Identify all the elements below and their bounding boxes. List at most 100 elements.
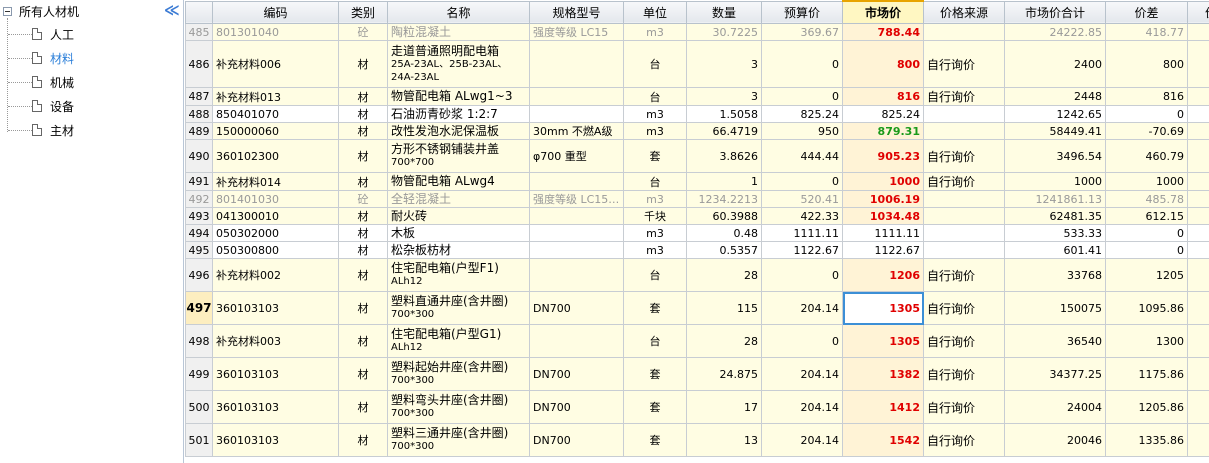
cell-price-diff[interactable]: 1335.86	[1105, 423, 1188, 457]
row-number[interactable]: 485	[185, 23, 213, 41]
cell-unit[interactable]: 台	[623, 87, 687, 106]
column-header[interactable]: 类别	[338, 0, 388, 24]
cell-spec[interactable]	[529, 224, 624, 242]
cell-market-price[interactable]: 1111.11	[842, 224, 924, 242]
row-number[interactable]: 499	[185, 357, 213, 391]
cell-category[interactable]: 材	[338, 207, 388, 225]
cell-price-diff[interactable]: 1175.86	[1105, 357, 1188, 391]
cell-market-total[interactable]: 2400	[1004, 40, 1106, 88]
cell-price-source[interactable]: 自行询价	[923, 40, 1005, 88]
cell-code[interactable]: 360103103	[212, 291, 339, 325]
column-header[interactable]: 市场价	[842, 0, 924, 24]
column-header[interactable]: 预算价	[761, 0, 843, 24]
cell-market-total[interactable]: 24222.85	[1004, 23, 1106, 41]
cell-price-diff[interactable]: 485.78	[1105, 190, 1188, 208]
cell-price-source[interactable]	[923, 122, 1005, 140]
cell-budget-price[interactable]: 204.14	[761, 357, 843, 391]
cell-budget-price[interactable]: 0	[761, 172, 843, 191]
cell-price-diff[interactable]: 1205	[1105, 258, 1188, 292]
cell-price-source[interactable]	[923, 207, 1005, 225]
table-row[interactable]: 501 360103103 材塑料三通井座(含井圈) 700*300 DN700 套 13 2…	[185, 423, 1209, 457]
table-row[interactable]: 487 补充材料013 材物管配电箱 ALwg1~3 台 3 0 816 自行询价 2448 81…	[185, 87, 1209, 106]
cell-budget-price[interactable]: 0	[761, 258, 843, 292]
cell-code[interactable]: 补充材料014	[212, 172, 339, 191]
cell-category[interactable]: 材	[338, 324, 388, 358]
cell-spec[interactable]: DN700	[529, 390, 624, 424]
cell-spec[interactable]: DN700	[529, 423, 624, 457]
cell-unit[interactable]: m3	[623, 122, 687, 140]
cell-market-price[interactable]: 800	[842, 40, 924, 88]
cell-market-total[interactable]: 533.33	[1004, 224, 1106, 242]
cell-budget-price[interactable]: 0	[761, 324, 843, 358]
cell-name[interactable]: 物管配电箱 ALwg4	[387, 172, 530, 191]
cell-spec[interactable]	[529, 87, 624, 106]
table-row[interactable]: 498 补充材料003 材住宅配电箱(户型G1) ALh12 台 28 0 1305 自行询价 3…	[185, 324, 1209, 358]
cell-price-diff[interactable]: 0	[1105, 105, 1188, 123]
cell-code[interactable]: 150000060	[212, 122, 339, 140]
cell-name[interactable]: 塑料起始井座(含井圈) 700*300	[387, 357, 530, 391]
cell-unit[interactable]: 台	[623, 258, 687, 292]
table-row[interactable]: 485 801301040 砼陶粒混凝土 强度等级 LC15 m3 30.7225 369.…	[185, 23, 1209, 41]
cell-price-source[interactable]: 自行询价	[923, 324, 1005, 358]
cell-code[interactable]: 360103103	[212, 423, 339, 457]
cell-market-total[interactable]: 1000	[1004, 172, 1106, 191]
cell-name[interactable]: 塑料三通井座(含井圈) 700*300	[387, 423, 530, 457]
cell-code[interactable]: 801301040	[212, 23, 339, 41]
cell-market-price[interactable]: 879.31	[842, 122, 924, 140]
cell-name[interactable]: 陶粒混凝土	[387, 23, 530, 41]
cell-budget-price[interactable]: 0	[761, 40, 843, 88]
row-number[interactable]: 501	[185, 423, 213, 457]
cell-spec[interactable]: φ700 重型	[529, 139, 624, 173]
cell-market-price[interactable]: 1412	[842, 390, 924, 424]
cell-price-source[interactable]: 自行询价	[923, 357, 1005, 391]
cell-quantity[interactable]: 28	[686, 258, 762, 292]
cell-budget-price[interactable]: 520.41	[761, 190, 843, 208]
cell-category[interactable]: 材	[338, 224, 388, 242]
cell-name[interactable]: 走道普通照明配电箱 25A-23AL、25B-23AL、24A-23AL	[387, 40, 530, 88]
column-header[interactable]: 单位	[623, 0, 687, 24]
cell-market-total[interactable]: 2448	[1004, 87, 1106, 106]
cell-quantity[interactable]: 28	[686, 324, 762, 358]
cell-unit[interactable]: m3	[623, 23, 687, 41]
cell-quantity[interactable]: 3	[686, 40, 762, 88]
table-row[interactable]: 499 360103103 材塑料起始井座(含井圈) 700*300 DN700 套 24.…	[185, 357, 1209, 391]
cell-quantity[interactable]: 30.7225	[686, 23, 762, 41]
cell-spec[interactable]: DN700	[529, 291, 624, 325]
cell-price-diff[interactable]: 418.77	[1105, 23, 1188, 41]
cell-quantity[interactable]: 17	[686, 390, 762, 424]
cell-market-price[interactable]: 1542	[842, 423, 924, 457]
cell-name[interactable]: 住宅配电箱(户型G1) ALh12	[387, 324, 530, 358]
collapse-minus-icon[interactable]	[3, 6, 12, 16]
row-number[interactable]: 490	[185, 139, 213, 173]
cell-budget-price[interactable]: 422.33	[761, 207, 843, 225]
cell-spec[interactable]: 强度等级 LC15…	[529, 190, 624, 208]
cell-code[interactable]: 850401070	[212, 105, 339, 123]
table-row[interactable]: 500 360103103 材塑料弯头井座(含井圈) 700*300 DN700 套 17 2…	[185, 390, 1209, 424]
cell-category[interactable]: 材	[338, 139, 388, 173]
cell-market-price[interactable]: 1034.48	[842, 207, 924, 225]
cell-market-price[interactable]: 825.24	[842, 105, 924, 123]
cell-quantity[interactable]: 1.5058	[686, 105, 762, 123]
cell-code[interactable]: 360103103	[212, 390, 339, 424]
collapse-panel-icon[interactable]: ≪	[164, 3, 180, 19]
cell-category[interactable]: 砼	[338, 190, 388, 208]
row-number[interactable]: 486	[185, 40, 213, 88]
cell-market-total[interactable]: 36540	[1004, 324, 1106, 358]
cell-name[interactable]: 石油沥青砂浆 1:2:7	[387, 105, 530, 123]
cell-code[interactable]: 补充材料013	[212, 87, 339, 106]
table-row[interactable]: 489 150000060 材改性发泡水泥保温板 30mm 不燃A级 m3 66.4719…	[185, 122, 1209, 140]
row-number[interactable]: 496	[185, 258, 213, 292]
cell-spec[interactable]: 强度等级 LC15	[529, 23, 624, 41]
cell-unit[interactable]: m3	[623, 224, 687, 242]
cell-code[interactable]: 补充材料006	[212, 40, 339, 88]
table-row[interactable]: 497 360103103 材塑料直通井座(含井圈) 700*300 DN700 套 115…	[185, 291, 1209, 325]
row-number[interactable]: 488	[185, 105, 213, 123]
cell-unit[interactable]: 套	[623, 291, 687, 325]
table-row[interactable]: 486 补充材料006 材走道普通照明配电箱 25A-23AL、25B-23AL、24…	[185, 40, 1209, 88]
cell-unit[interactable]: m3	[623, 241, 687, 259]
row-number[interactable]: 497	[185, 291, 213, 325]
cell-price-source[interactable]: 自行询价	[923, 172, 1005, 191]
cell-price-diff[interactable]: 816	[1105, 87, 1188, 106]
column-header[interactable]: 数量	[686, 0, 762, 24]
cell-market-total[interactable]: 58449.41	[1004, 122, 1106, 140]
